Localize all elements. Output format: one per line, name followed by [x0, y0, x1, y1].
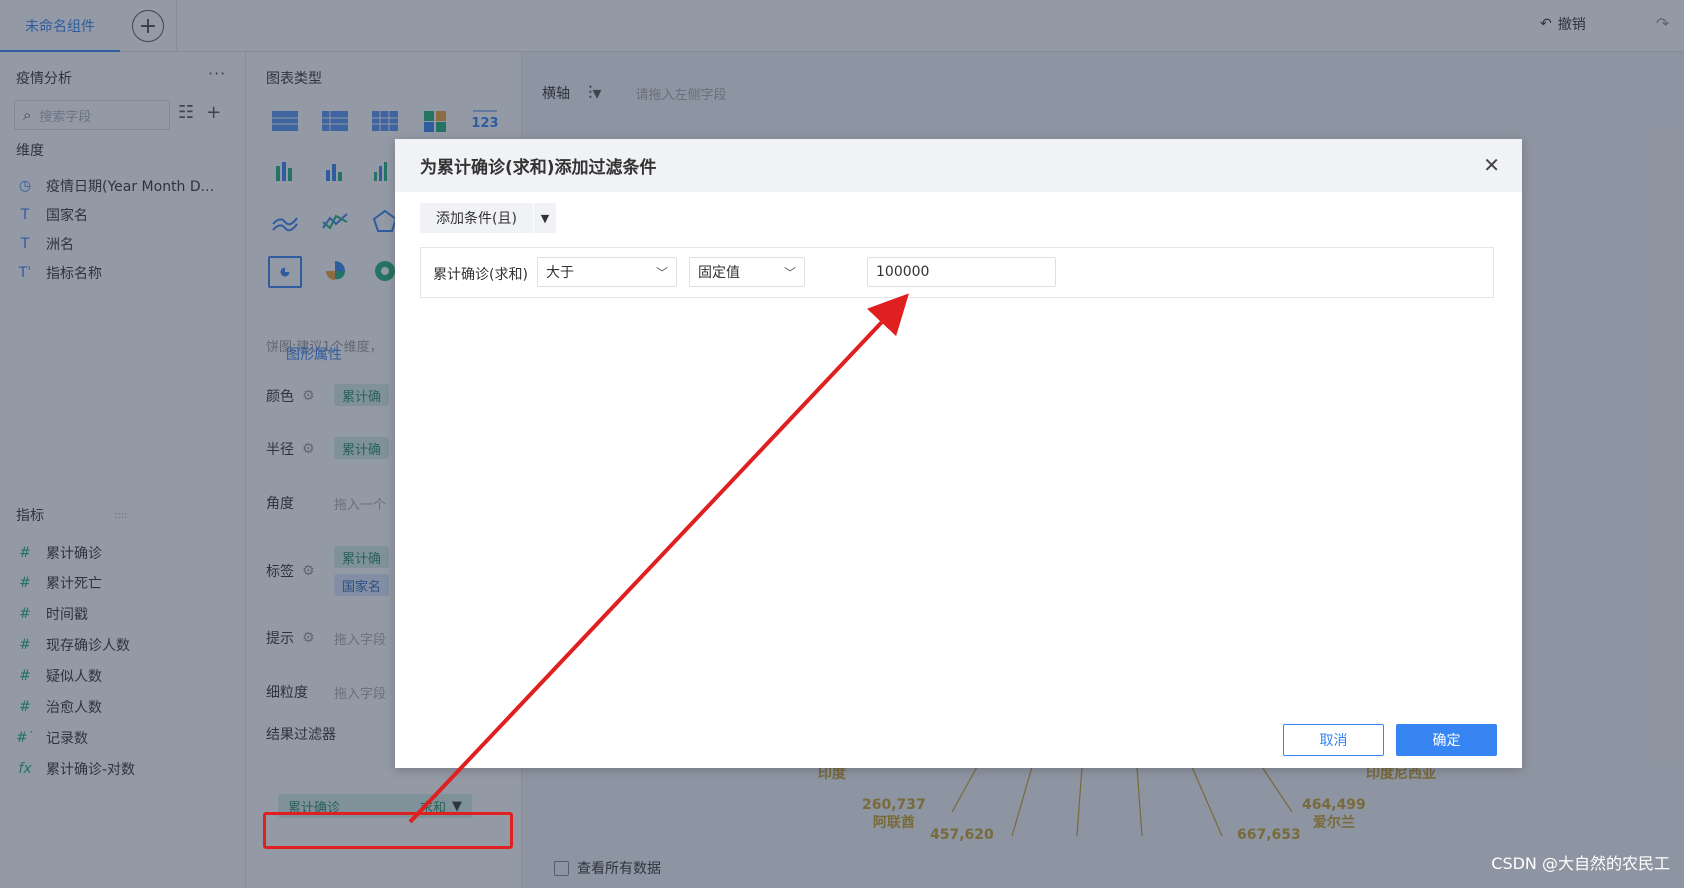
threshold-value-input[interactable]	[867, 257, 1056, 287]
add-condition-button[interactable]: 添加条件(且) ▼	[420, 203, 556, 233]
value-type-value: 固定值	[698, 265, 740, 281]
operator-value: 大于	[546, 265, 574, 281]
dialog-title: 为累计确诊(求和)添加过滤条件	[420, 158, 657, 178]
chevron-down-icon: ﹀	[655, 265, 668, 280]
dialog-header: 为累计确诊(求和)添加过滤条件	[395, 139, 1522, 192]
cancel-button[interactable]: 取消	[1283, 724, 1384, 756]
condition-field-name: 累计确诊(求和)	[433, 267, 528, 283]
annotation-highlight-box	[263, 812, 513, 849]
operator-select[interactable]: 大于 ﹀	[537, 257, 677, 287]
add-condition-label[interactable]: 添加条件(且)	[420, 203, 534, 233]
caret-down-icon[interactable]: ▼	[533, 203, 556, 233]
chevron-down-icon: ﹀	[783, 265, 796, 280]
close-icon[interactable]: ✕	[1483, 155, 1500, 175]
condition-row: 累计确诊(求和) 大于 ﹀ 固定值 ﹀	[420, 247, 1494, 298]
filter-condition-dialog: 为累计确诊(求和)添加过滤条件 ✕ 添加条件(且) ▼ 累计确诊(求和) 大于 …	[395, 139, 1522, 768]
value-type-select[interactable]: 固定值 ﹀	[689, 257, 805, 287]
watermark: CSDN @大自然的农民工	[1491, 854, 1670, 873]
confirm-button[interactable]: 确定	[1396, 724, 1497, 756]
